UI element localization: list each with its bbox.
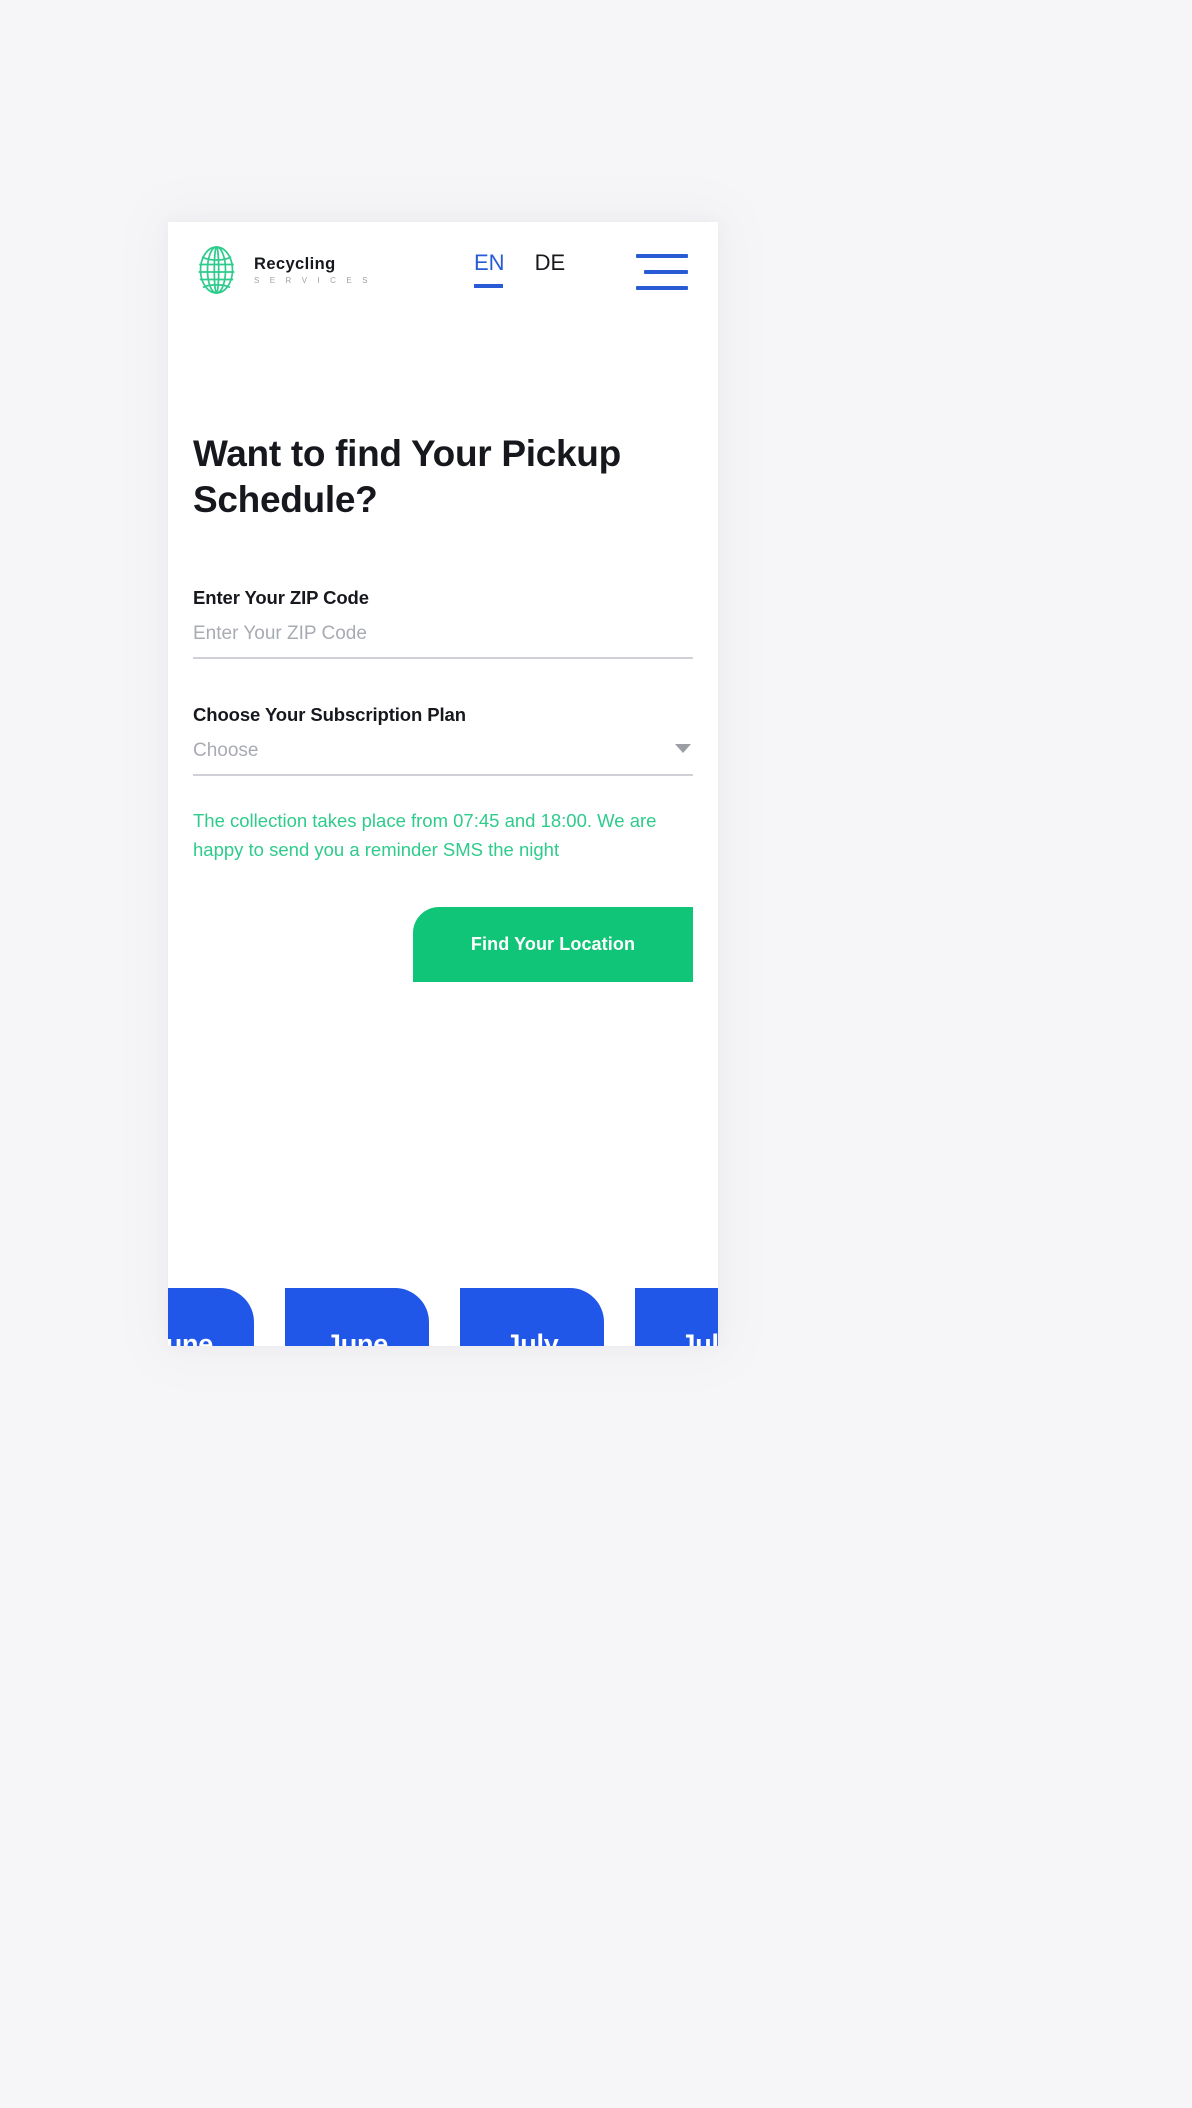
brand-text-block: Recycling S E R V I C E S xyxy=(254,255,372,286)
brand-logo[interactable]: Recycling S E R V I C E S xyxy=(193,244,372,296)
hamburger-bar-middle xyxy=(644,270,688,274)
brand-subtitle: S E R V I C E S xyxy=(254,276,372,286)
date-card[interactable]: June 13 xyxy=(168,1288,254,1346)
zip-code-field-group: Enter Your ZIP Code xyxy=(193,587,693,659)
hamburger-bar-bottom xyxy=(636,286,688,290)
zip-code-input-wrap xyxy=(193,622,693,659)
chevron-down-icon xyxy=(675,743,691,753)
zip-code-input[interactable] xyxy=(193,622,693,645)
date-card-month: June xyxy=(325,1328,389,1346)
subscription-plan-value: Choose xyxy=(193,739,259,761)
date-card[interactable]: July 03 xyxy=(460,1288,604,1346)
language-option-en[interactable]: EN xyxy=(474,252,505,288)
subscription-plan-label: Choose Your Subscription Plan xyxy=(193,703,466,725)
date-carousel-track[interactable]: June 13 June 24 July 03 July 14 xyxy=(168,1288,718,1346)
page-title: Want to find Your Pickup Schedule? xyxy=(193,433,621,521)
date-card[interactable]: June 24 xyxy=(285,1288,429,1346)
page-background: Recycling S E R V I C E S EN DE Want to … xyxy=(0,0,1192,2108)
globe-icon xyxy=(193,244,240,296)
brand-name: Recycling xyxy=(254,254,336,273)
hamburger-menu-icon[interactable] xyxy=(636,254,688,292)
hamburger-bar-top xyxy=(636,254,688,258)
cta-row: Find Your Location xyxy=(193,907,693,983)
language-switcher: EN DE xyxy=(474,252,565,288)
find-location-button[interactable]: Find Your Location xyxy=(413,907,693,983)
date-carousel[interactable]: June 13 June 24 July 03 July 14 xyxy=(168,1288,718,1346)
phone-frame: Recycling S E R V I C E S EN DE Want to … xyxy=(168,222,718,1346)
app-header: Recycling S E R V I C E S EN DE xyxy=(168,222,718,318)
subscription-plan-field-group: Choose Your Subscription Plan Choose xyxy=(193,704,693,776)
language-option-de[interactable]: DE xyxy=(535,252,566,288)
collection-helper-text: The collection takes place from 07:45 an… xyxy=(193,809,657,861)
date-card-month: June xyxy=(168,1328,214,1346)
date-card[interactable]: July 14 xyxy=(635,1288,718,1346)
subscription-plan-select[interactable]: Choose xyxy=(193,740,693,776)
date-card-month: July xyxy=(680,1328,718,1346)
main-content: Want to find Your Pickup Schedule? Enter… xyxy=(168,318,718,983)
date-card-month: July xyxy=(505,1328,559,1346)
zip-code-label: Enter Your ZIP Code xyxy=(193,586,369,608)
